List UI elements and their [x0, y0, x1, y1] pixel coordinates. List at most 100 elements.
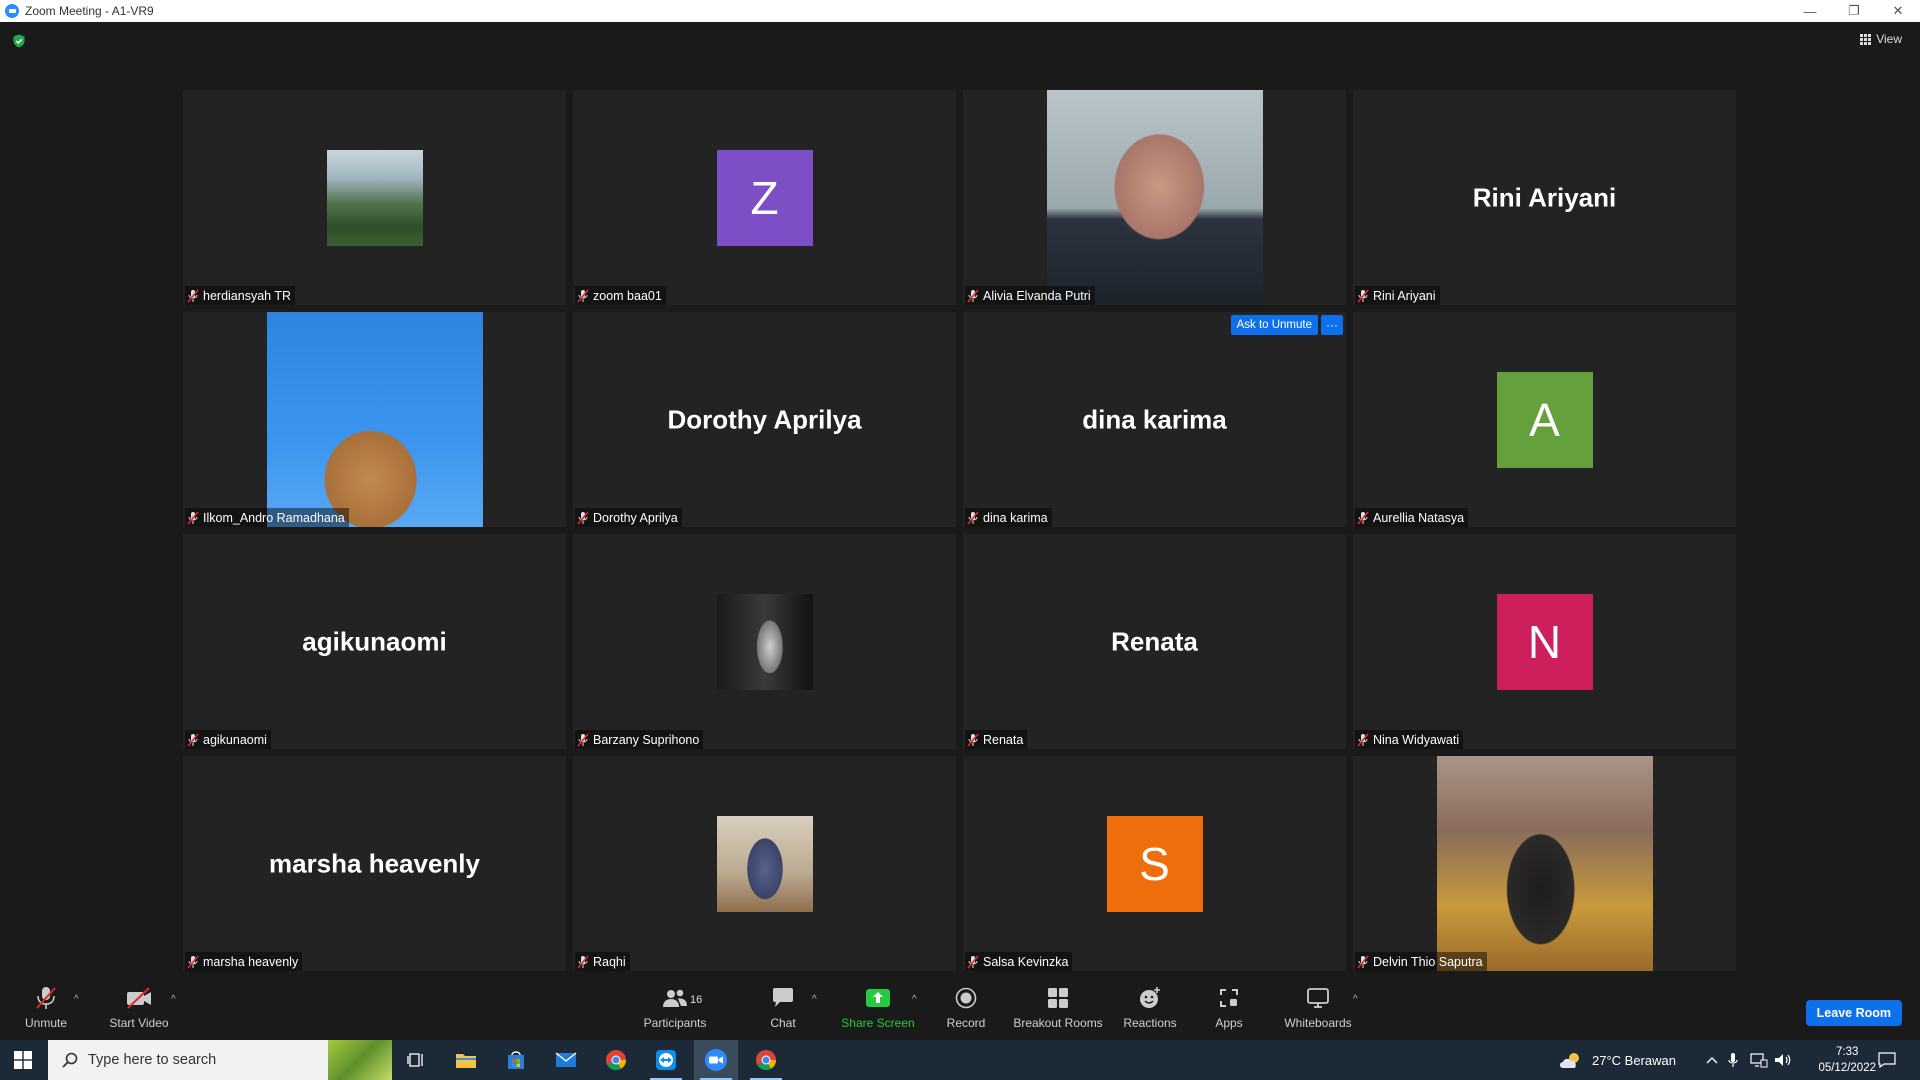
gallery-grid: herdiansyah TR Zzoom baa01 Alivia Elvanda … [183, 90, 1737, 974]
apps-icon [1218, 984, 1240, 1012]
participants-label: Participants [643, 1016, 707, 1030]
teamviewer-icon[interactable] [644, 1040, 688, 1080]
record-label: Record [946, 1016, 986, 1030]
taskbar-search-box[interactable]: Type here to search [48, 1040, 392, 1080]
taskbar-clock[interactable]: 7:33 05/12/2022 [1818, 1044, 1876, 1076]
grid-view-icon [1860, 33, 1872, 45]
participant-tile[interactable]: Ilkom_Andro Ramadhana [183, 312, 566, 527]
start-video-button[interactable]: Start Video [104, 984, 174, 1036]
notifications-icon[interactable] [1878, 1040, 1896, 1080]
participant-name-label: agikunaomi [185, 730, 271, 749]
participant-tile[interactable]: Renata Renata [963, 534, 1346, 749]
close-button[interactable]: ✕ [1876, 0, 1920, 22]
participant-name-label: herdiansyah TR [185, 286, 296, 305]
file-explorer-icon[interactable] [444, 1040, 488, 1080]
whiteboard-icon [1306, 984, 1330, 1012]
participant-tile[interactable]: marsha heavenly marsha heavenly [183, 756, 566, 971]
weather-text: 27°C Berawan [1592, 1052, 1676, 1068]
whiteboards-button[interactable]: Whiteboards [1280, 984, 1356, 1036]
start-video-label: Start Video [109, 1016, 169, 1030]
search-highlight-image [328, 1040, 392, 1080]
zoom-icon[interactable] [694, 1040, 738, 1080]
microsoft-store-icon[interactable] [494, 1040, 538, 1080]
task-view-icon[interactable] [394, 1040, 438, 1080]
participant-video [266, 312, 483, 527]
participant-tile[interactable]: dina karima Ask to Unmute ··· dina karima [963, 312, 1346, 527]
share-screen-button[interactable]: Share Screen [838, 984, 918, 1036]
participants-count: 16 [690, 994, 703, 1006]
participant-name-label: Salsa Kevinzka [965, 952, 1073, 971]
participant-name: Ilkom_Andro Ramadhana [203, 510, 345, 525]
muted-mic-icon [1357, 954, 1369, 969]
cloud-icon [1560, 1053, 1579, 1068]
whiteboard-options-caret[interactable]: ^ [1353, 994, 1358, 1005]
participant-name: marsha heavenly [203, 954, 299, 969]
participant-name: Alivia Elvanda Putri [983, 288, 1091, 303]
network-icon[interactable] [1750, 1040, 1768, 1080]
participant-tile[interactable]: S Salsa Kevinzka [963, 756, 1346, 971]
participant-tile[interactable]: Dorothy Aprilya Dorothy Aprilya [573, 312, 956, 527]
participant-display-name: Renata [1111, 626, 1198, 656]
weather-widget[interactable]: 27°C Berawan [1558, 1040, 1676, 1080]
minimize-button[interactable]: — [1788, 0, 1832, 22]
chrome-alt-icon[interactable] [744, 1040, 788, 1080]
more-options-button[interactable]: ··· [1321, 315, 1343, 335]
participant-tile[interactable]: agikunaomi agikunaomi [183, 534, 566, 749]
participant-tile[interactable]: herdiansyah TR [183, 90, 566, 305]
participant-name-label: marsha heavenly [185, 952, 303, 971]
windows-taskbar: Type here to search 27°C Berawan 7:33 05… [0, 1040, 1920, 1080]
participant-video [1436, 756, 1653, 971]
record-button[interactable]: Record [944, 984, 988, 1036]
participant-tile[interactable]: Alivia Elvanda Putri [963, 90, 1346, 305]
participant-tile[interactable]: Raqhi [573, 756, 956, 971]
muted-mic-icon [1357, 510, 1369, 525]
breakout-rooms-button[interactable]: Breakout Rooms [1013, 984, 1103, 1036]
participant-tile[interactable]: Delvin Thio Saputra [1353, 756, 1736, 971]
participant-tile[interactable]: Zzoom baa01 [573, 90, 956, 305]
participants-button[interactable]: Participants [640, 984, 710, 1036]
muted-mic-icon [1357, 732, 1369, 747]
share-screen-icon [865, 984, 891, 1012]
window-titlebar: Zoom Meeting - A1-VR9 — ❐ ✕ [0, 0, 1920, 22]
apps-button[interactable]: Apps [1208, 984, 1250, 1036]
mail-icon[interactable] [544, 1040, 588, 1080]
participant-avatar: A [1496, 371, 1593, 468]
share-options-caret[interactable]: ^ [912, 994, 917, 1005]
participant-name: Nina Widyawati [1373, 732, 1460, 747]
chat-button[interactable]: Chat [763, 984, 803, 1036]
participant-tile[interactable]: Rini Ariyani Rini Ariyani [1353, 90, 1736, 305]
unmute-button[interactable]: Unmute [18, 984, 74, 1036]
restore-button[interactable]: ❐ [1832, 0, 1876, 22]
microphone-tray-icon[interactable] [1728, 1040, 1738, 1080]
participant-display-name: marsha heavenly [268, 848, 480, 878]
participant-display-name: dina karima [1082, 404, 1227, 434]
chrome-icon[interactable] [594, 1040, 638, 1080]
windows-start-button[interactable] [0, 1040, 46, 1080]
view-label: View [1876, 32, 1902, 46]
participant-name-label: Nina Widyawati [1355, 730, 1464, 749]
participant-name-label: dina karima [965, 508, 1052, 527]
participant-name: herdiansyah TR [203, 288, 292, 303]
video-off-icon [125, 984, 153, 1012]
breakout-rooms-label: Breakout Rooms [1013, 1016, 1103, 1030]
participant-tile[interactable]: A Aurellia Natasya [1353, 312, 1736, 527]
meeting-toolbar: Unmute ^ Start Video ^ Participants 16 C… [0, 980, 1920, 1040]
show-hidden-icons-chevron[interactable] [1706, 1040, 1720, 1080]
participant-name-label: Dorothy Aprilya [575, 508, 682, 527]
reactions-button[interactable]: Reactions [1122, 984, 1178, 1036]
shield-check-icon[interactable] [12, 34, 26, 48]
volume-icon[interactable] [1774, 1040, 1792, 1080]
participant-tile[interactable]: N Nina Widyawati [1353, 534, 1736, 749]
muted-mic-icon [577, 288, 589, 303]
view-button[interactable]: View [1860, 32, 1902, 46]
chat-options-caret[interactable]: ^ [812, 994, 817, 1005]
audio-options-caret[interactable]: ^ [74, 994, 79, 1005]
participant-name-label: Delvin Thio Saputra [1355, 952, 1487, 971]
video-options-caret[interactable]: ^ [171, 994, 176, 1005]
participant-name-label: Aurellia Natasya [1355, 508, 1469, 527]
participant-tile[interactable]: Barzany Suprihono [573, 534, 956, 749]
participants-icon [662, 984, 688, 1012]
ask-to-unmute-button[interactable]: Ask to Unmute [1230, 315, 1318, 335]
chat-label: Chat [770, 1016, 796, 1030]
leave-room-button[interactable]: Leave Room [1805, 1000, 1902, 1026]
